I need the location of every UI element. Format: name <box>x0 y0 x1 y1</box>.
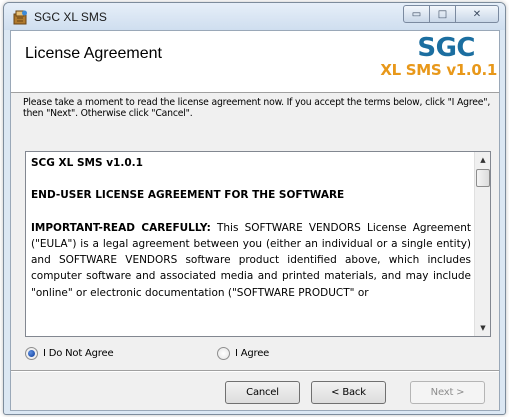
back-button[interactable]: < Back <box>311 381 386 404</box>
license-heading: END-USER LICENSE AGREEMENT FOR THE SOFTW… <box>31 189 345 202</box>
instructions-text: Please take a moment to read the license… <box>23 97 491 119</box>
installer-app-icon <box>13 10 27 25</box>
logo-bottom-text: XL SMS v1.0.1 <box>380 61 497 79</box>
installer-window: SGC XL SMS ▭ □ ✕ License Agreement SGC X… <box>3 2 506 415</box>
radio-agree-label[interactable]: I Agree <box>235 348 269 359</box>
radio-agree[interactable]: I Agree <box>217 347 269 360</box>
license-paragraph: IMPORTANT-READ CAREFULLY: This SOFTWARE … <box>31 220 471 301</box>
next-button[interactable]: Next > <box>410 381 485 404</box>
maximize-icon: □ <box>437 8 448 20</box>
dialog-body: License Agreement SGC XL SMS v1.0.1 Plea… <box>10 30 500 411</box>
radio-not-agree-circle[interactable] <box>25 347 38 360</box>
license-scrollbar[interactable]: ▲ ▼ <box>474 152 490 336</box>
minimize-icon: ▭ <box>411 8 422 20</box>
logo-top-text: SGC <box>417 33 475 63</box>
radio-not-agree-label[interactable]: I Do Not Agree <box>43 348 114 359</box>
cancel-button[interactable]: Cancel <box>225 381 300 404</box>
minimize-button[interactable]: ▭ <box>403 5 430 23</box>
radio-agree-circle[interactable] <box>217 347 230 360</box>
close-icon: ✕ <box>472 8 482 20</box>
window-title: SGC XL SMS <box>34 10 107 24</box>
scroll-thumb[interactable] <box>476 169 490 187</box>
license-title-line: SCG XL SMS v1.0.1 <box>31 157 143 169</box>
license-important-label: IMPORTANT-READ CAREFULLY: <box>31 221 211 234</box>
scroll-down-arrow-icon[interactable]: ▼ <box>475 320 490 336</box>
license-text-box[interactable]: SCG XL SMS v1.0.1 END-USER LICENSE AGREE… <box>25 151 491 337</box>
page-title: License Agreement <box>25 45 162 62</box>
close-button[interactable]: ✕ <box>456 5 499 23</box>
maximize-button[interactable]: □ <box>430 5 456 23</box>
caption-buttons: ▭ □ ✕ <box>403 5 499 23</box>
radio-not-agree[interactable]: I Do Not Agree <box>25 347 114 360</box>
license-content: SCG XL SMS v1.0.1 END-USER LICENSE AGREE… <box>26 152 476 336</box>
dialog-header: License Agreement SGC XL SMS v1.0.1 <box>11 31 499 93</box>
footer-divider <box>11 370 499 372</box>
title-bar[interactable]: SGC XL SMS ▭ □ ✕ <box>4 3 505 30</box>
radio-selected-dot <box>28 350 35 357</box>
product-logo: SGC XL SMS v1.0.1 <box>380 35 499 79</box>
scroll-up-arrow-icon[interactable]: ▲ <box>475 152 490 168</box>
